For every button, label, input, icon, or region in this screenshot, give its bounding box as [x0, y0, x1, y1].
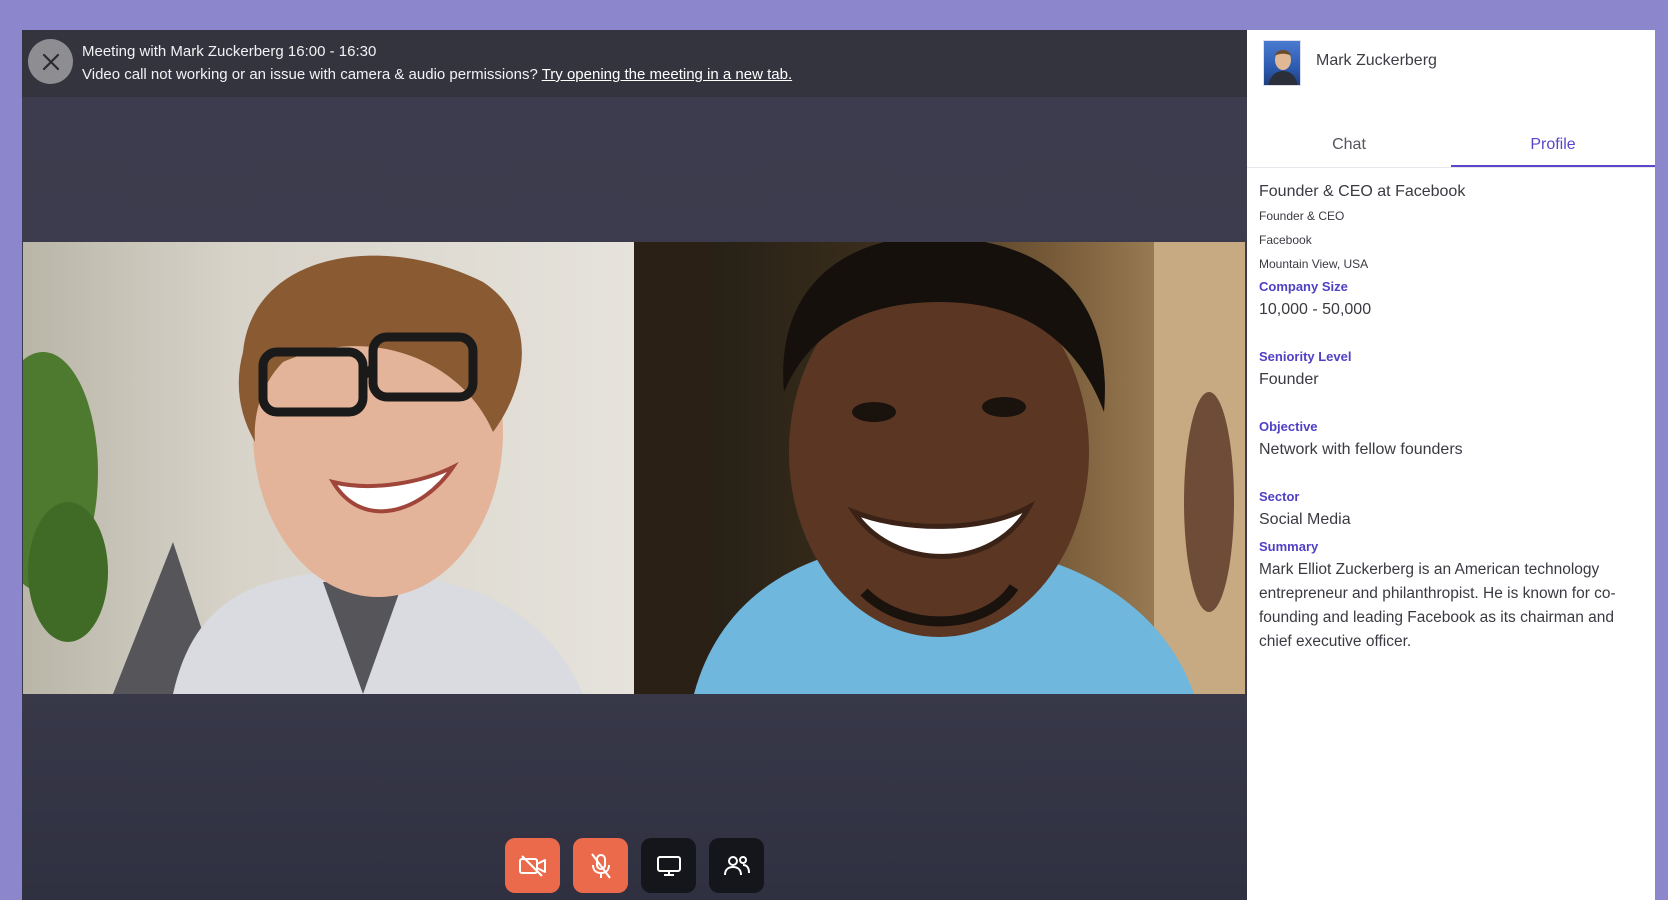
participant-video-left [23, 242, 634, 694]
sector-label: Sector [1259, 489, 1300, 504]
summary-value: Mark Elliot Zuckerberg is an American te… [1259, 561, 1616, 650]
summary-label: Summary [1259, 539, 1319, 554]
participants-button[interactable] [709, 838, 764, 893]
call-controls [505, 838, 764, 893]
objective-label: Objective [1259, 419, 1318, 434]
objective-value: Network with fellow founders [1259, 441, 1463, 458]
meeting-issue-line: Video call not working or an issue with … [82, 63, 792, 86]
tab-chat[interactable]: Chat [1247, 126, 1451, 167]
profile-location: Mountain View, USA [1259, 257, 1369, 271]
seniority-label: Seniority Level [1259, 349, 1352, 364]
sector-value: Social Media [1259, 511, 1351, 528]
screen-share-icon [656, 855, 681, 876]
seniority-value: Founder [1259, 371, 1319, 388]
toggle-mic-button[interactable] [573, 838, 628, 893]
meeting-title: Meeting with Mark Zuckerberg 16:00 - 16:… [82, 43, 377, 60]
camera-off-icon [518, 854, 546, 877]
profile-headline: Founder & CEO at Facebook [1259, 183, 1466, 200]
panel-contact-name: Mark Zuckerberg [1316, 52, 1437, 69]
panel-header: Mark Zuckerberg [1247, 30, 1655, 90]
tab-profile[interactable]: Profile [1451, 126, 1655, 167]
meeting-info-bar: Meeting with Mark Zuckerberg 16:00 - 16:… [22, 30, 1247, 97]
screen-share-button[interactable] [641, 838, 696, 893]
video-call-area: Meeting with Mark Zuckerberg 16:00 - 16:… [22, 30, 1247, 900]
close-icon [42, 53, 59, 70]
meeting-issue-text: Video call not working or an issue with … [82, 66, 542, 83]
open-new-tab-link[interactable]: Try opening the meeting in a new tab. [542, 66, 792, 83]
profile-role: Founder & CEO [1259, 209, 1345, 223]
panel-tabs: Chat Profile [1247, 126, 1655, 168]
side-panel: Mark Zuckerberg Chat Profile Founder & C… [1247, 30, 1655, 900]
toggle-camera-button[interactable] [505, 838, 560, 893]
close-meeting-button[interactable] [28, 39, 73, 84]
participant-left-image [23, 255, 583, 694]
company-size-value: 10,000 - 50,000 [1259, 301, 1372, 318]
avatar-image [1268, 50, 1298, 85]
participants-icon [723, 855, 750, 875]
profile-company: Facebook [1259, 233, 1312, 247]
mic-off-icon [590, 852, 611, 879]
avatar [1263, 40, 1301, 86]
participant-video-right [634, 242, 1245, 694]
meeting-info-text: Meeting with Mark Zuckerberg 16:00 - 16:… [82, 40, 792, 86]
video-feeds [23, 242, 1245, 694]
profile-content: Founder & CEO at Facebook Founder & CEO … [1259, 180, 1644, 654]
participant-right-image [634, 242, 1245, 694]
company-size-label: Company Size [1259, 279, 1348, 294]
